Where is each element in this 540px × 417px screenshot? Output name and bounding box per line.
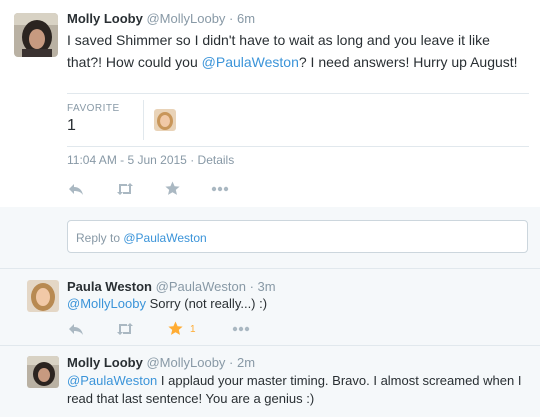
more-icon[interactable] <box>211 186 229 192</box>
reply2-mention[interactable]: @PaulaWeston <box>67 373 157 388</box>
favoriter-avatar[interactable] <box>154 109 176 131</box>
reply1-more-icon[interactable] <box>232 326 250 332</box>
reply-input-mention: @PaulaWeston <box>123 231 207 245</box>
favorite-stat-count[interactable]: 1 <box>67 117 76 135</box>
reply1-header: Paula Weston @PaulaWeston · 3m <box>67 279 276 294</box>
molly-avatar-image <box>14 13 58 57</box>
retweet-icon[interactable] <box>116 182 134 196</box>
favorite-stat-label: FAVORITE <box>67 103 120 114</box>
tweet-timestamp[interactable]: 11:04 AM - 5 Jun 2015 <box>67 153 187 167</box>
reply2-avatar-image <box>27 356 59 388</box>
reply1-author-handle[interactable]: @PaulaWeston <box>156 279 246 294</box>
reply1-separator: · <box>249 279 254 294</box>
header-separator: · <box>229 11 234 26</box>
main-tweet: Molly Looby @MollyLooby · 6m I saved Shi… <box>0 0 540 207</box>
reply-icon[interactable] <box>68 182 84 196</box>
paula-avatar[interactable] <box>27 280 59 312</box>
details-link[interactable]: Details <box>198 153 235 167</box>
timestamp-separator: · <box>190 153 195 167</box>
reply-input-prefix: Reply to <box>76 231 124 245</box>
reply1-favorite-star-icon[interactable] <box>168 321 183 336</box>
paula-avatar-image <box>27 280 59 312</box>
reply1-retweet-icon[interactable] <box>116 322 134 336</box>
reply2-author-handle[interactable]: @MollyLooby <box>146 355 225 370</box>
tweet-header: Molly Looby @MollyLooby · 6m <box>67 11 255 26</box>
reply2-separator: · <box>229 355 234 370</box>
tweet-mention[interactable]: @PaulaWeston <box>202 54 299 70</box>
favoriter-avatar-image <box>154 109 176 131</box>
tweet-time[interactable]: 6m <box>237 11 255 26</box>
reply2-time[interactable]: 2m <box>237 355 255 370</box>
reply1-divider <box>0 345 540 346</box>
reply-input[interactable]: Reply to @PaulaWeston <box>67 220 528 253</box>
tweet-text: I saved Shimmer so I didn't have to wait… <box>67 29 527 73</box>
reply1-text: @MollyLooby Sorry (not really...) :) <box>67 296 267 311</box>
stats-bottom-divider <box>67 146 529 147</box>
tweet-timestamp-line: 11:04 AM - 5 Jun 2015 · Details <box>67 153 234 167</box>
reply1-mention[interactable]: @MollyLooby <box>67 296 146 311</box>
reply2-text: @PaulaWeston I applaud your master timin… <box>67 372 529 408</box>
reply2-author-name[interactable]: Molly Looby <box>67 355 143 370</box>
stats-vertical-divider <box>143 100 144 140</box>
reply1-favorite-count: 1 <box>190 324 196 335</box>
reply1-author-name[interactable]: Paula Weston <box>67 279 152 294</box>
favorite-star-icon[interactable] <box>165 181 180 196</box>
reply1-body: Sorry (not really...) :) <box>145 296 268 311</box>
author-handle[interactable]: @MollyLooby <box>146 11 225 26</box>
molly-avatar[interactable] <box>14 13 58 57</box>
reply1-time[interactable]: 3m <box>258 279 276 294</box>
stats-top-divider <box>67 93 529 94</box>
tweet-text-part-2: ? I need answers! Hurry up August! <box>298 54 518 70</box>
reply2-avatar[interactable] <box>27 356 59 388</box>
reply2-header: Molly Looby @MollyLooby · 2m <box>67 355 255 370</box>
reply1-reply-icon[interactable] <box>68 322 84 336</box>
author-name[interactable]: Molly Looby <box>67 11 143 26</box>
reply-area-divider <box>0 268 540 269</box>
